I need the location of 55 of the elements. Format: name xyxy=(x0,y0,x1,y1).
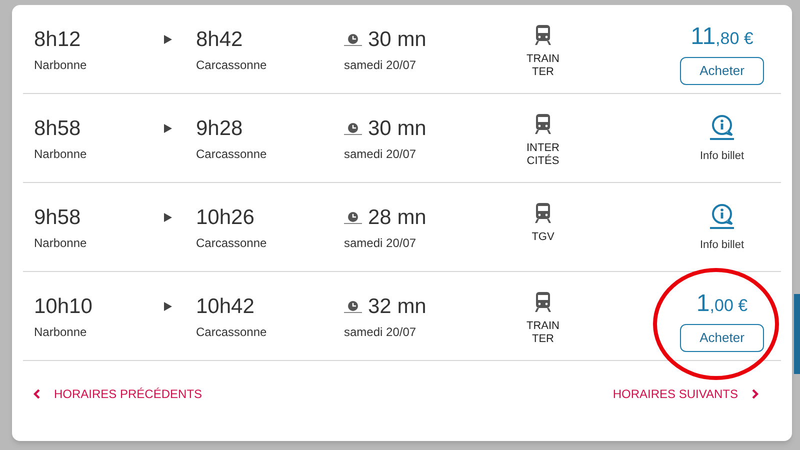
arrival-station: Carcassonne xyxy=(196,57,268,74)
arrow-icon xyxy=(164,213,172,222)
train-type: TGV xyxy=(532,231,554,244)
arrival-time: 10h26 xyxy=(196,205,256,231)
info-label[interactable]: Info billet xyxy=(700,237,744,254)
travel-date: samedi 20/07 xyxy=(344,146,418,163)
arrival-station: Carcassonne xyxy=(196,235,268,252)
departure-station: Narbonne xyxy=(34,324,88,341)
info-icon[interactable] xyxy=(708,203,736,229)
price: 11,80 € xyxy=(690,25,754,49)
info-icon[interactable] xyxy=(708,114,736,140)
duration: 30 mn xyxy=(368,27,426,53)
arrival-time: 10h42 xyxy=(196,294,256,320)
clock-icon xyxy=(344,301,362,313)
arrival-station: Carcassonne xyxy=(196,324,268,341)
train-icon xyxy=(534,203,552,223)
arrival-time: 8h42 xyxy=(196,27,244,53)
arrow-icon xyxy=(164,35,172,44)
departure-time: 10h10 xyxy=(34,294,94,320)
clock-icon xyxy=(344,34,362,46)
arrow-icon xyxy=(164,302,172,311)
clock-icon xyxy=(344,123,362,135)
chevron-left-icon xyxy=(33,389,40,399)
train-icon xyxy=(534,25,552,45)
duration: 30 mn xyxy=(368,116,426,142)
departure-time: 9h58 xyxy=(34,205,82,231)
info-label[interactable]: Info billet xyxy=(700,148,744,164)
departure-station: Narbonne xyxy=(34,146,88,163)
arrival-station: Carcassonne xyxy=(196,146,268,163)
train-icon xyxy=(534,292,552,312)
departure-station: Narbonne xyxy=(34,57,88,74)
travel-date: samedi 20/07 xyxy=(344,324,418,341)
departure-time: 8h58 xyxy=(34,116,82,142)
travel-date: samedi 20/07 xyxy=(344,57,418,74)
arrow-icon xyxy=(164,124,172,133)
train-type: TER xyxy=(532,66,554,79)
train-type: CITÉS xyxy=(526,155,560,168)
departure-station: Narbonne xyxy=(34,235,88,252)
buy-button[interactable]: Acheter xyxy=(680,324,764,352)
clock-icon xyxy=(344,212,362,224)
duration: 28 mn xyxy=(368,205,426,231)
travel-date: samedi 20/07 xyxy=(344,235,418,252)
arrival-time: 9h28 xyxy=(196,116,244,142)
next-link[interactable]: HORAIRES SUIVANTS xyxy=(612,385,771,403)
train-type: INTER xyxy=(526,142,560,154)
previous-link[interactable]: HORAIRES PRÉCÉDENTS xyxy=(33,385,202,403)
departure-time: 8h12 xyxy=(34,27,82,53)
duration: 32 mn xyxy=(368,294,426,320)
chevron-right-icon xyxy=(752,389,759,399)
train-icon xyxy=(534,114,552,134)
train-type: TRAIN xyxy=(526,53,560,66)
buy-button[interactable]: Acheter xyxy=(680,57,764,85)
train-type: TER xyxy=(532,333,554,346)
price: 1,00 € xyxy=(696,292,748,316)
train-type: TRAIN xyxy=(526,320,560,333)
